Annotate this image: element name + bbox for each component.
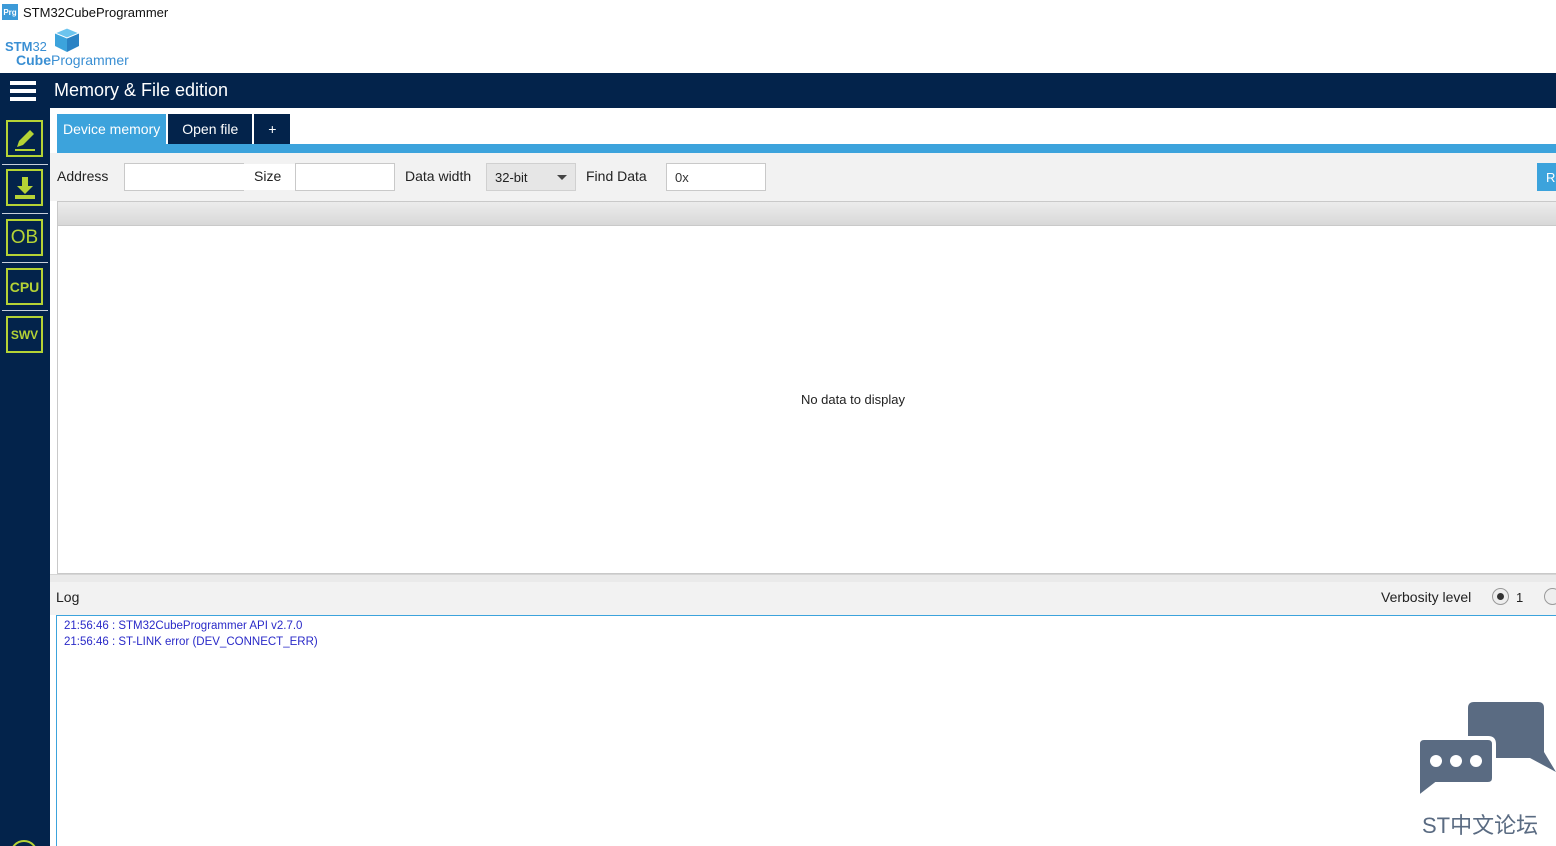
- window-titlebar: Prg STM32CubeProgrammer: [0, 0, 1556, 24]
- sidebar-item-cpu[interactable]: CPU: [6, 268, 43, 305]
- tab-underline: [57, 144, 1556, 153]
- tab-bar: Device memory Open file +: [57, 114, 291, 144]
- sidebar-item-memory-edit[interactable]: [6, 120, 43, 157]
- find-data-label: Find Data: [586, 168, 647, 184]
- grid-empty-message: No data to display: [800, 392, 906, 407]
- tab-device-memory[interactable]: Device memory: [57, 114, 167, 144]
- data-width-value: 32-bit: [495, 169, 528, 185]
- download-icon: [14, 176, 35, 199]
- address-label: Address: [57, 168, 109, 184]
- verbosity-radio-1[interactable]: [1492, 588, 1509, 605]
- chevron-down-icon: [557, 175, 567, 180]
- window-title: STM32CubeProgrammer: [23, 4, 169, 20]
- stm32cubeprogrammer-logo: STM32 CubeProgrammer: [4, 27, 144, 71]
- size-input[interactable]: [295, 163, 395, 191]
- grid-header: [58, 202, 1556, 226]
- hamburger-menu-icon[interactable]: [10, 80, 36, 101]
- forum-watermark: ST中文论坛: [1410, 700, 1556, 846]
- sidebar-item-option-bytes[interactable]: OB: [6, 219, 43, 256]
- logo-cubeprogrammer: CubeProgrammer: [16, 52, 129, 68]
- sidebar-item-erase-programming[interactable]: [6, 169, 43, 206]
- log-label: Log: [56, 589, 80, 605]
- address-combobox[interactable]: [124, 163, 319, 191]
- sidebar-bottom-status-icon[interactable]: [10, 840, 38, 846]
- panel-splitter[interactable]: [50, 574, 1556, 582]
- memory-grid: No data to display: [57, 201, 1556, 574]
- header-bar: Memory & File edition: [0, 73, 1556, 108]
- verbosity-label: Verbosity level: [1381, 589, 1472, 605]
- add-tab-button[interactable]: +: [254, 114, 291, 144]
- tab-open-file[interactable]: Open file: [168, 114, 253, 144]
- verbosity-radio-1-label: 1: [1516, 590, 1524, 605]
- log-header: Log Verbosity level 1: [50, 582, 1556, 615]
- size-label: Size: [254, 168, 282, 184]
- sidebar-item-swv[interactable]: SWV: [6, 316, 43, 353]
- find-data-input[interactable]: [666, 163, 766, 191]
- log-line: 21:56:46 : STM32CubeProgrammer API v2.7.…: [64, 620, 303, 632]
- data-width-select[interactable]: 32-bit: [486, 163, 576, 191]
- watermark-text: ST中文论坛: [1422, 813, 1539, 838]
- read-button[interactable]: Read: [1537, 163, 1556, 191]
- pencil-icon: [14, 129, 35, 151]
- verbosity-radio-2[interactable]: [1544, 588, 1556, 605]
- memory-toolbar: Address Size Data width 32-bit Find Data…: [50, 153, 1556, 201]
- log-line: 21:56:46 : ST-LINK error (DEV_CONNECT_ER…: [64, 636, 318, 648]
- app-icon: Prg: [2, 4, 18, 20]
- chat-bubbles-icon: [1416, 702, 1556, 803]
- cube-logo-icon: [54, 27, 80, 52]
- data-width-label: Data width: [405, 168, 472, 184]
- page-title: Memory & File edition: [54, 80, 229, 100]
- log-output[interactable]: 21:56:46 : STM32CubeProgrammer API v2.7.…: [56, 615, 1556, 846]
- left-sidebar: OB CPU SWV: [0, 108, 50, 846]
